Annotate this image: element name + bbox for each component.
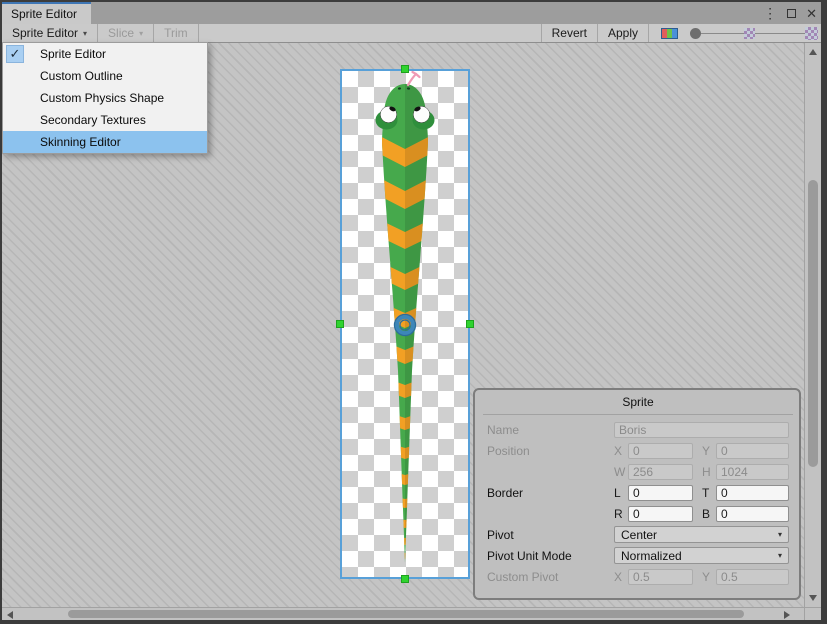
name-label: Name (487, 423, 614, 437)
position-y-field[interactable] (716, 443, 789, 459)
custom-pivot-row: Custom Pivot X Y (487, 566, 789, 587)
pivot-unit-mode-select[interactable]: Normalized ▾ (614, 547, 789, 564)
scroll-left-icon[interactable] (7, 611, 13, 619)
y-label: Y (702, 570, 716, 584)
name-row: Name (487, 419, 789, 440)
custom-pivot-x-field[interactable] (628, 569, 693, 585)
rgb-alpha-toggle-icon[interactable] (661, 28, 678, 39)
tab-sprite-editor[interactable]: Sprite Editor (2, 2, 91, 24)
pivot-select[interactable]: Center ▾ (614, 526, 789, 543)
sprite-editor-mode-dropdown[interactable]: Sprite Editor ▾ (2, 24, 97, 42)
editor-mode-menu: ✓ Sprite Editor Custom Outline Custom Ph… (2, 42, 208, 154)
tab-title: Sprite Editor (11, 7, 77, 21)
name-field[interactable] (614, 422, 789, 438)
texture-selection-rect[interactable] (340, 69, 470, 579)
check-icon: ✓ (6, 45, 24, 63)
trim-button[interactable]: Trim (154, 24, 198, 42)
t-label: T (702, 486, 716, 500)
panel-title: Sprite (487, 395, 789, 411)
chevron-down-icon: ▾ (83, 29, 87, 38)
window-content: Sprite Editor ⋮ ✕ Sprite Editor ▾ Slice … (2, 2, 821, 620)
r-label: R (614, 507, 628, 521)
mip-texture-icon (805, 27, 818, 40)
vertical-scrollbar[interactable] (804, 43, 821, 607)
horizontal-scrollbar[interactable] (2, 607, 804, 620)
close-icon[interactable]: ✕ (806, 7, 817, 20)
position-label: Position (487, 444, 614, 458)
pivot-unit-mode-label: Pivot Unit Mode (487, 549, 614, 563)
revert-button[interactable]: Revert (542, 24, 597, 42)
width-field[interactable] (628, 464, 693, 480)
toolbar: Sprite Editor ▾ Slice ▾ Trim Revert Appl… (2, 24, 821, 43)
border-row-2: R B (487, 503, 789, 524)
selection-handle-top[interactable] (401, 65, 409, 73)
sprite-image (342, 71, 468, 577)
chevron-down-icon: ▾ (778, 530, 782, 539)
x-label: X (614, 444, 628, 458)
menu-item-custom-outline[interactable]: Custom Outline (3, 65, 207, 87)
pivot-label: Pivot (487, 528, 614, 542)
scroll-down-icon[interactable] (809, 595, 817, 601)
mip-level-slider[interactable] (690, 24, 818, 42)
menu-item-skinning-editor[interactable]: Skinning Editor (3, 131, 207, 153)
border-label: Border (487, 486, 614, 500)
border-l-field[interactable] (628, 485, 693, 501)
slider-track (694, 33, 816, 35)
selection-handle-right[interactable] (466, 320, 474, 328)
slice-dropdown[interactable]: Slice ▾ (98, 24, 153, 42)
border-r-field[interactable] (628, 506, 693, 522)
selection-handle-bottom[interactable] (401, 575, 409, 583)
menu-item-sprite-editor[interactable]: ✓ Sprite Editor (3, 43, 207, 65)
scroll-right-icon[interactable] (784, 611, 790, 619)
apply-button[interactable]: Apply (598, 24, 648, 42)
custom-pivot-label: Custom Pivot (487, 570, 614, 584)
maximize-icon[interactable] (787, 9, 796, 18)
b-label: B (702, 507, 716, 521)
pivot-unit-mode-row: Pivot Unit Mode Normalized ▾ (487, 545, 789, 566)
tab-bar: Sprite Editor ⋮ ✕ (2, 2, 821, 24)
position-row: Position X Y (487, 440, 789, 461)
size-row: W H (487, 461, 789, 482)
l-label: L (614, 486, 628, 500)
mip-texture-icon (744, 28, 755, 39)
x-label: X (614, 570, 628, 584)
menu-item-secondary-textures[interactable]: Secondary Textures (3, 109, 207, 131)
menu-item-custom-physics-shape[interactable]: Custom Physics Shape (3, 87, 207, 109)
selection-handle-left[interactable] (336, 320, 344, 328)
w-label: W (614, 465, 628, 479)
toolbar-separator (198, 24, 199, 42)
scroll-up-icon[interactable] (809, 49, 817, 55)
custom-pivot-y-field[interactable] (716, 569, 789, 585)
pivot-row: Pivot Center ▾ (487, 524, 789, 545)
scrollbar-corner (804, 607, 821, 620)
toolbar-separator (648, 24, 649, 42)
border-row-1: Border L T (487, 482, 789, 503)
h-label: H (702, 465, 716, 479)
chevron-down-icon: ▾ (778, 551, 782, 560)
chevron-down-icon: ▾ (139, 29, 143, 38)
vertical-scrollbar-thumb[interactable] (808, 180, 818, 467)
sprite-editor-window: Sprite Editor ⋮ ✕ Sprite Editor ▾ Slice … (0, 0, 827, 624)
slider-knob[interactable] (690, 28, 701, 39)
y-label: Y (702, 444, 716, 458)
height-field[interactable] (716, 464, 789, 480)
border-b-field[interactable] (716, 506, 789, 522)
snake-tongue (408, 72, 420, 85)
kebab-menu-icon[interactable]: ⋮ (763, 6, 777, 20)
panel-divider (483, 414, 793, 415)
window-controls: ⋮ ✕ (763, 2, 817, 24)
sprite-inspector-panel: Sprite Name Position X Y W H (473, 388, 801, 600)
border-t-field[interactable] (716, 485, 789, 501)
horizontal-scrollbar-thumb[interactable] (68, 610, 744, 618)
position-x-field[interactable] (628, 443, 693, 459)
